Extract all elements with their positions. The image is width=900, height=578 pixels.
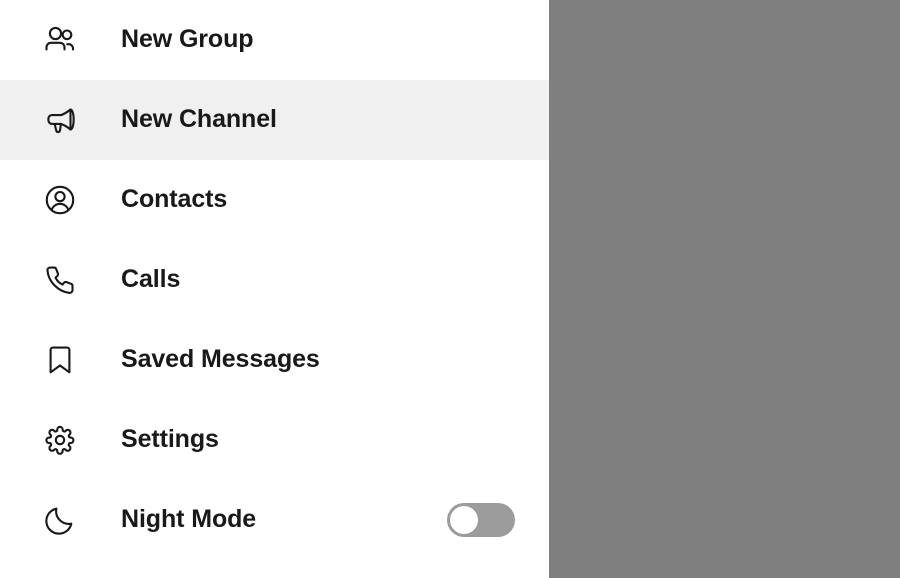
- bookmark-icon: [40, 338, 92, 382]
- user-circle-icon: [40, 178, 92, 222]
- menu-item-label: Contacts: [121, 185, 228, 214]
- menu-item-night-mode[interactable]: Night Mode: [0, 480, 549, 560]
- menu-item-label: Calls: [121, 265, 181, 294]
- menu-item-new-channel[interactable]: New Channel: [0, 80, 549, 160]
- menu-item-label: Saved Messages: [121, 345, 320, 374]
- people-icon: [40, 18, 92, 62]
- main-menu-panel: New Group New Channel Contacts Calls Sav…: [0, 0, 549, 578]
- app-root: New Group New Channel Contacts Calls Sav…: [0, 0, 900, 578]
- phone-icon: [40, 258, 92, 302]
- moon-icon: [40, 498, 92, 542]
- menu-item-contacts[interactable]: Contacts: [0, 160, 549, 240]
- menu-item-settings[interactable]: Settings: [0, 400, 549, 480]
- menu-item-label: New Channel: [121, 105, 277, 134]
- menu-item-label: Night Mode: [121, 505, 257, 534]
- gear-icon: [40, 418, 92, 462]
- main-menu-list: New Group New Channel Contacts Calls Sav…: [0, 0, 549, 560]
- menu-footer-fade: [0, 560, 549, 578]
- menu-item-label: Settings: [121, 425, 219, 454]
- menu-item-saved-messages[interactable]: Saved Messages: [0, 320, 549, 400]
- night-mode-toggle[interactable]: [447, 503, 515, 537]
- megaphone-icon: [40, 98, 92, 142]
- menu-item-new-group[interactable]: New Group: [0, 0, 549, 80]
- toggle-knob: [448, 504, 480, 536]
- menu-item-calls[interactable]: Calls: [0, 240, 549, 320]
- menu-item-label: New Group: [121, 25, 254, 54]
